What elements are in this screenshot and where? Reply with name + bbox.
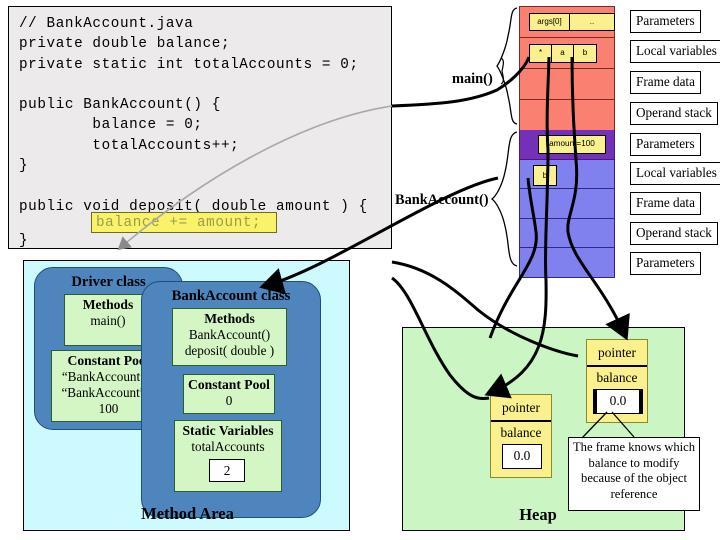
bankaccount-class-title: BankAccount class [171, 288, 291, 304]
frame-bank-row-local-variables: b [519, 159, 615, 189]
bank-locals-chips: b [533, 164, 557, 186]
bankaccount-constant-pool-line-0: 0 [225, 393, 233, 408]
frame-bank-row-parameters: amount=100 [519, 130, 615, 160]
heap-object-b-pointer-label: pointer [587, 340, 647, 367]
frame-main-row-local-variables: * a b [519, 38, 615, 69]
frame-main-row-operand-stack [519, 100, 615, 131]
chip-b-bank: b [534, 165, 556, 185]
brace-bankaccount [490, 131, 518, 267]
label-parameters-main: Parameters [630, 10, 701, 33]
label-operand-stack-main: Operand stack [630, 102, 718, 125]
chip-args0: args[0] [530, 14, 570, 30]
bankaccount-methods-line-1: deposit( double ) [184, 343, 275, 359]
frame-group-label-main: main() [452, 71, 493, 87]
total-accounts-value: 2 [209, 459, 245, 482]
label-frame-data-bank: Frame data [630, 192, 701, 215]
heap-label: Heap [519, 505, 557, 524]
bankaccount-methods-title: Methods [204, 311, 255, 326]
source-code-closing-brace: } [19, 233, 29, 249]
frame-bank-row-operand-stack [519, 218, 615, 248]
frame-bank-row-parameters-2 [519, 248, 615, 278]
heap-object-a: pointer balance 0.0 [490, 394, 552, 478]
bankaccount-constant-pool-title: Constant Pool [188, 377, 270, 392]
highlighted-code-line: balance += amount; [91, 212, 277, 233]
frame-main-row-parameters: args[0] .. [519, 7, 615, 38]
chip-ellipsis: .. [570, 14, 614, 30]
driver-methods-title: Methods [82, 297, 134, 312]
label-operand-stack-bank: Operand stack [630, 222, 718, 245]
main-parameters-chips: args[0] .. [529, 13, 615, 31]
method-area-label: Method Area [141, 504, 234, 523]
heap-object-a-pointer-label: pointer [491, 395, 551, 422]
frame-main-row-frame-data [519, 69, 615, 100]
heap-object-a-balance-value: 0.0 [502, 444, 542, 469]
frame-bank-row-frame-data [519, 189, 615, 219]
source-code-panel: // BankAccount.java private double balan… [8, 6, 392, 249]
heap-object-b-balance-label: balance [596, 370, 638, 385]
bankaccount-methods-line-0: BankAccount() [188, 327, 271, 342]
label-frame-data-main: Frame data [630, 71, 701, 94]
highlighted-code-text: balance += amount; [96, 215, 262, 231]
bankaccount-constant-pool-box: Constant Pool 0 [183, 374, 275, 414]
frame-group-label-bankaccount: BankAccount() [395, 192, 489, 208]
stack-frame-bankaccount: amount=100 b [519, 130, 615, 278]
chip-star: * [530, 45, 552, 62]
stack-frame-main: args[0] .. * a b [519, 6, 615, 131]
chip-a: a [552, 45, 574, 62]
bank-parameters-chips: amount=100 [538, 135, 606, 154]
diagram-canvas: // BankAccount.java private double balan… [0, 0, 720, 540]
heap-object-b: pointer balance 0.0 [586, 339, 648, 423]
label-parameters-bank: Parameters [630, 133, 701, 156]
chip-b: b [574, 45, 596, 62]
bankaccount-static-variables-line-0: totalAccounts [191, 439, 265, 454]
method-area-region: Driver class Methods main() Constant Poo… [23, 260, 350, 531]
bankaccount-class-box: BankAccount class Methods BankAccount() … [141, 281, 321, 518]
bankaccount-methods-box: Methods BankAccount() deposit( double ) [172, 308, 287, 366]
driver-methods-line-0: main() [90, 313, 126, 328]
explanation-callout: The frame knows which balance to modify … [568, 437, 700, 511]
source-code-text: // BankAccount.java private double balan… [19, 16, 368, 215]
bankaccount-static-variables-box: Static Variables totalAccounts 2 [174, 420, 282, 492]
label-local-variables-bank: Local variables [630, 162, 720, 185]
brace-main-label [500, 57, 504, 85]
heap-object-a-balance-label: balance [500, 425, 542, 440]
driver-methods-box: Methods main() [64, 294, 152, 346]
brace-main [496, 7, 518, 125]
heap-object-b-balance-value: 0.0 [593, 389, 643, 414]
label-parameters-bank-2: Parameters [630, 252, 701, 275]
main-locals-chips: * a b [529, 44, 597, 63]
bankaccount-static-variables-title: Static Variables [182, 423, 274, 438]
label-local-variables-main: Local variables [630, 40, 720, 63]
chip-amount: amount=100 [539, 136, 605, 153]
